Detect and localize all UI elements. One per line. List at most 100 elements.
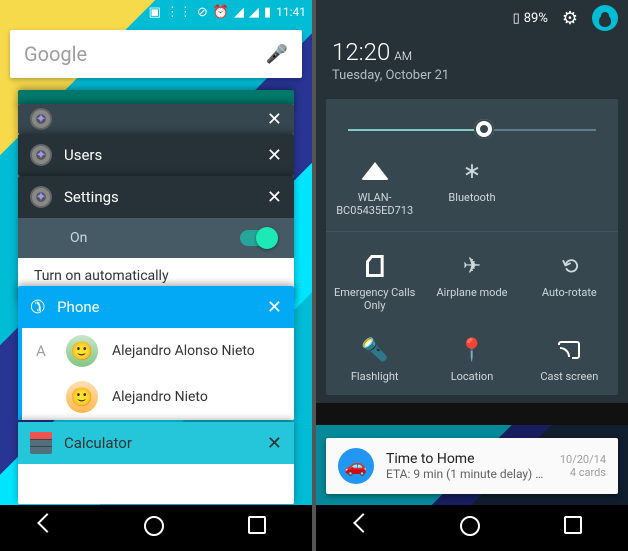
card-title: Phone — [57, 298, 100, 316]
nav-back-button[interactable] — [40, 516, 64, 540]
card-title: Calculator — [64, 434, 132, 452]
contact-row[interactable]: 🙂 Alejandro Nieto — [18, 374, 294, 420]
notif-date: 10/20/14 — [560, 453, 606, 466]
location-icon: 📍 — [458, 338, 485, 362]
image-icon: ▣ — [149, 5, 161, 20]
alarm-icon: ⏰ — [213, 5, 229, 20]
tile-label: Bluetooth — [448, 191, 495, 204]
tile-label: Cast screen — [540, 370, 598, 383]
contact-row[interactable]: A 🙂 Alejandro Alonso Nieto — [18, 328, 294, 374]
battery-status: ▯ 89% — [513, 11, 548, 26]
recents-card-calculator[interactable]: Calculator ✕ — [18, 422, 294, 504]
qs-tiles: WLAN-BC05435ED713 ∗ Bluetooth Emergency … — [326, 155, 618, 387]
notif-meta: 10/20/14 4 cards — [560, 453, 606, 479]
battery-pct: 89% — [524, 11, 548, 26]
calculator-icon — [30, 432, 52, 454]
tile-rotate[interactable]: ⟲ Auto-rotate — [521, 250, 618, 316]
flashlight-icon: 🔦 — [361, 338, 388, 362]
status-bar: ▣ ⋮⋮ ⊘ ⏰ ◢ ◢ ▮ 11:41 — [0, 0, 312, 24]
slider-fill — [348, 129, 484, 131]
close-icon[interactable]: ✕ — [267, 109, 282, 130]
qs-header[interactable]: 12:20 AM Tuesday, October 21 — [316, 36, 628, 93]
qs-date: Tuesday, October 21 — [332, 68, 612, 83]
toggle-switch[interactable] — [240, 230, 276, 246]
close-icon[interactable]: ✕ — [267, 297, 282, 318]
section-letter: A — [36, 342, 52, 360]
brightness-icon — [474, 119, 494, 139]
close-icon[interactable]: ✕ — [267, 145, 282, 166]
nav-home-button[interactable] — [144, 516, 168, 540]
close-icon[interactable]: ✕ — [267, 433, 282, 454]
tile-flashlight[interactable]: 🔦 Flashlight — [326, 334, 423, 387]
dnd-icon: ⊘ — [197, 5, 208, 20]
tile-label: Flashlight — [351, 370, 399, 383]
toggle-label: On — [70, 230, 87, 246]
recents-card-hidden[interactable]: ✦ ✕ — [18, 104, 294, 134]
sim-icon — [366, 254, 384, 278]
nav-recents-button[interactable] — [248, 516, 272, 540]
tile-label: Airplane mode — [436, 286, 507, 299]
tile-location[interactable]: 📍 Location — [423, 334, 520, 387]
close-icon[interactable]: ✕ — [267, 187, 282, 208]
bluetooth-icon: ⋮⋮ — [166, 5, 192, 20]
nav-home-button[interactable] — [460, 516, 484, 540]
card-title: Users — [64, 146, 102, 164]
quick-settings-panel: ▯ 89% ⚙ 12:20 AM Tuesday, October 21 WLAN… — [316, 0, 628, 403]
card-title: Settings — [64, 188, 119, 206]
nav-bar — [0, 505, 312, 551]
right-screenshot: ▯ 89% ⚙ 12:20 AM Tuesday, October 21 WLAN… — [316, 0, 628, 551]
calculator-body — [18, 464, 294, 504]
recents-card-users[interactable]: ✦ Users ✕ — [18, 134, 294, 176]
tile-label: Location — [451, 370, 494, 383]
battery-icon: ▯ — [513, 11, 520, 26]
notification-card[interactable]: 🚗 Time to Home ETA: 9 min (1 minute dela… — [326, 438, 618, 494]
tile-bluetooth[interactable]: ∗ Bluetooth — [423, 155, 520, 232]
avatar: 🙂 — [66, 381, 98, 413]
gear-icon: ✦ — [30, 144, 52, 166]
qs-tiles-container: WLAN-BC05435ED713 ∗ Bluetooth Emergency … — [326, 99, 618, 395]
tile-label: WLAN-BC05435ED713 — [330, 191, 419, 217]
settings-gear-icon[interactable]: ⚙ — [562, 8, 578, 29]
gear-icon: ✦ — [30, 186, 52, 208]
qs-time: 12:20 AM — [332, 38, 612, 66]
left-screenshot: ▣ ⋮⋮ ⊘ ⏰ ◢ ◢ ▮ 11:41 Google 🎤 ✦ ✕ ✦ User… — [0, 0, 312, 551]
airplane-icon: ✈ — [463, 254, 481, 278]
qs-time-value: 12:20 — [332, 38, 390, 66]
wifi-icon — [361, 159, 389, 183]
recents-card-phone[interactable]: ✆ Phone ✕ A 🙂 Alejandro Alonso Nieto 🙂 A… — [18, 286, 294, 420]
car-icon: 🚗 — [338, 448, 374, 484]
notif-count: 4 cards — [560, 466, 606, 479]
settings-toggle-row[interactable]: On — [18, 218, 294, 258]
tile-cast[interactable]: Cast screen — [521, 334, 618, 387]
profile-avatar-button[interactable] — [592, 5, 618, 31]
qs-ampm: AM — [394, 49, 412, 63]
avatar: 🙂 — [66, 335, 98, 367]
rotate-icon: ⟲ — [557, 252, 583, 281]
recents-card-settings[interactable]: ✦ Settings ✕ On Turn on automatically Ne… — [18, 176, 294, 304]
mic-icon[interactable]: 🎤 — [266, 44, 288, 65]
notif-subtitle: ETA: 9 min (1 minute delay) via B9… — [386, 467, 548, 481]
brightness-slider[interactable] — [348, 117, 596, 141]
wifi-icon: ◢ — [234, 5, 244, 20]
signal-icon: ◢ — [249, 5, 259, 20]
battery-icon: ▮ — [264, 5, 271, 20]
phone-icon: ✆ — [28, 295, 47, 318]
tile-airplane[interactable]: ✈ Airplane mode — [423, 250, 520, 316]
nav-back-button[interactable] — [356, 516, 380, 540]
search-placeholder: Google — [24, 42, 87, 66]
search-bar[interactable]: Google 🎤 — [10, 30, 302, 78]
tile-label: Emergency Calls Only — [330, 286, 419, 312]
auto-label: Turn on automatically — [34, 268, 278, 284]
contact-name: Alejandro Alonso Nieto — [112, 343, 255, 359]
nav-bar — [316, 505, 628, 551]
tile-wifi[interactable]: WLAN-BC05435ED713 — [326, 155, 423, 232]
gear-icon: ✦ — [30, 108, 52, 130]
contact-name: Alejandro Nieto — [112, 389, 208, 405]
slider-thumb[interactable] — [474, 119, 494, 139]
tile-spacer — [521, 155, 618, 232]
cast-icon — [558, 338, 580, 362]
nav-recents-button[interactable] — [564, 516, 588, 540]
bluetooth-icon: ∗ — [463, 159, 481, 183]
tile-sim[interactable]: Emergency Calls Only — [326, 250, 423, 316]
recents-stack: ✦ ✕ ✦ Users ✕ ✦ Settings ✕ On Tu — [18, 90, 294, 505]
